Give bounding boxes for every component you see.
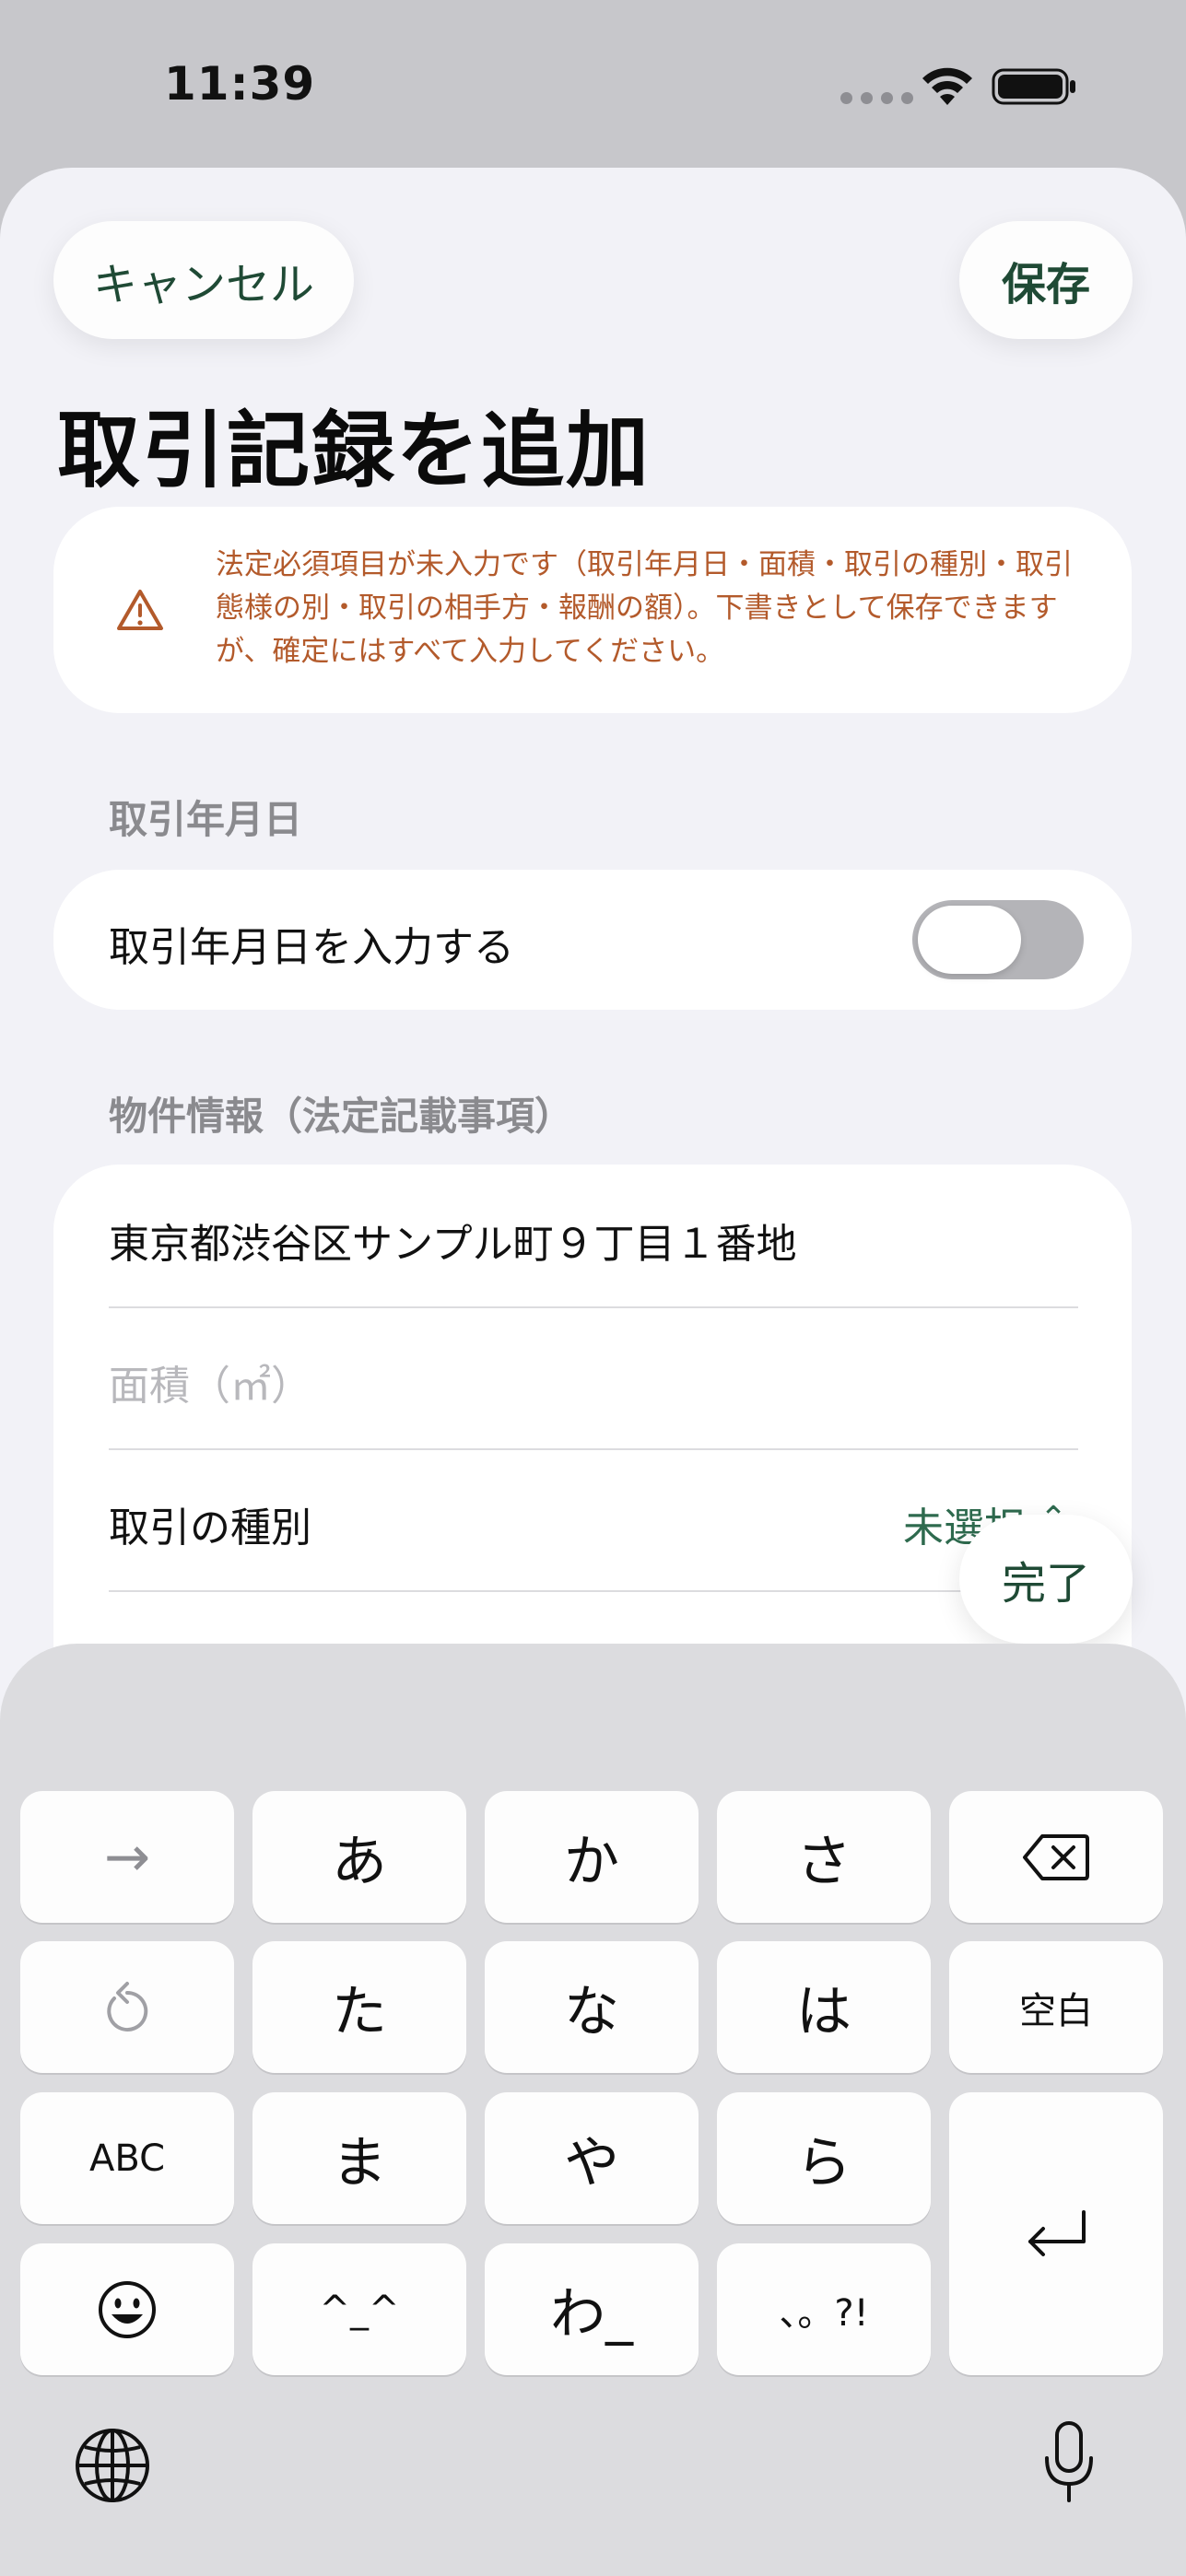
key-punctuation[interactable]: 、。?! — [717, 2243, 931, 2375]
warning-text: 法定必須項目が未入力です（取引年月日・面積・取引の種別・取引態様の別・取引の相手… — [216, 548, 1073, 668]
date-toggle-label: 取引年月日を入力する — [109, 924, 514, 971]
wifi-icon — [922, 67, 972, 105]
key-ra[interactable]: ら — [717, 2092, 931, 2224]
section-header-date: 取引年月日 — [109, 797, 303, 842]
undo-key[interactable] — [20, 1941, 234, 2073]
cellular-dots-icon — [840, 92, 913, 104]
delete-key[interactable] — [949, 1791, 1163, 1923]
battery-icon — [992, 68, 1075, 105]
emoji-icon — [99, 2280, 156, 2338]
abc-key[interactable]: ABC — [20, 2092, 234, 2224]
warning-triangle-icon — [117, 590, 163, 630]
save-button[interactable]: 保存 — [959, 221, 1133, 339]
key-a[interactable]: あ — [252, 1791, 466, 1923]
key-ha[interactable]: は — [717, 1941, 931, 2073]
address-value: 東京都渋谷区サンプル町９丁目１番地 — [109, 1221, 797, 1268]
done-button[interactable]: 完了 — [959, 1515, 1133, 1644]
key-na[interactable]: な — [485, 1941, 699, 2073]
key-ka[interactable]: か — [485, 1791, 699, 1923]
toggle-knob — [918, 906, 1021, 974]
return-icon — [1028, 2209, 1086, 2256]
transaction-type-label: 取引の種別 — [109, 1505, 311, 1551]
date-card: 取引年月日を入力する — [53, 870, 1132, 1010]
emoji-key[interactable] — [20, 2243, 234, 2375]
key-arrow-right[interactable]: → — [20, 1791, 234, 1923]
status-time: 11:39 — [164, 57, 316, 111]
page-title: 取引記録を追加 — [57, 403, 651, 499]
key-wa[interactable]: わ_ — [485, 2243, 699, 2375]
undo-icon — [107, 1981, 148, 2032]
enter-key[interactable] — [949, 2092, 1163, 2375]
status-bar: 11:39 — [0, 0, 1186, 166]
area-placeholder: 面積（㎡） — [109, 1363, 311, 1410]
key-ta[interactable]: た — [252, 1941, 466, 2073]
space-key[interactable]: 空白 — [949, 1941, 1163, 2073]
warning-banner: 法定必須項目が未入力です（取引年月日・面積・取引の種別・取引態様の別・取引の相手… — [53, 507, 1132, 713]
area-field[interactable]: 面積（㎡） — [53, 1306, 1132, 1448]
delete-icon — [1023, 1833, 1089, 1880]
japanese-keyboard: → あ か さ た な は 空白 ABC ま や ら ^_^ わ_ 、。?! — [0, 1644, 1186, 2576]
key-ma[interactable]: ま — [252, 2092, 466, 2224]
key-ya[interactable]: や — [485, 2092, 699, 2224]
key-kaomoji[interactable]: ^_^ — [252, 2243, 466, 2375]
cancel-button[interactable]: キャンセル — [53, 221, 354, 339]
date-toggle[interactable] — [912, 900, 1084, 979]
divider — [109, 1590, 1078, 1592]
key-sa[interactable]: さ — [717, 1791, 931, 1923]
section-header-property: 物件情報（法定記載事項） — [109, 1094, 574, 1139]
microphone-icon[interactable] — [1039, 2419, 1098, 2508]
globe-icon[interactable] — [74, 2427, 151, 2504]
address-field[interactable]: 東京都渋谷区サンプル町９丁目１番地 — [53, 1165, 1132, 1306]
